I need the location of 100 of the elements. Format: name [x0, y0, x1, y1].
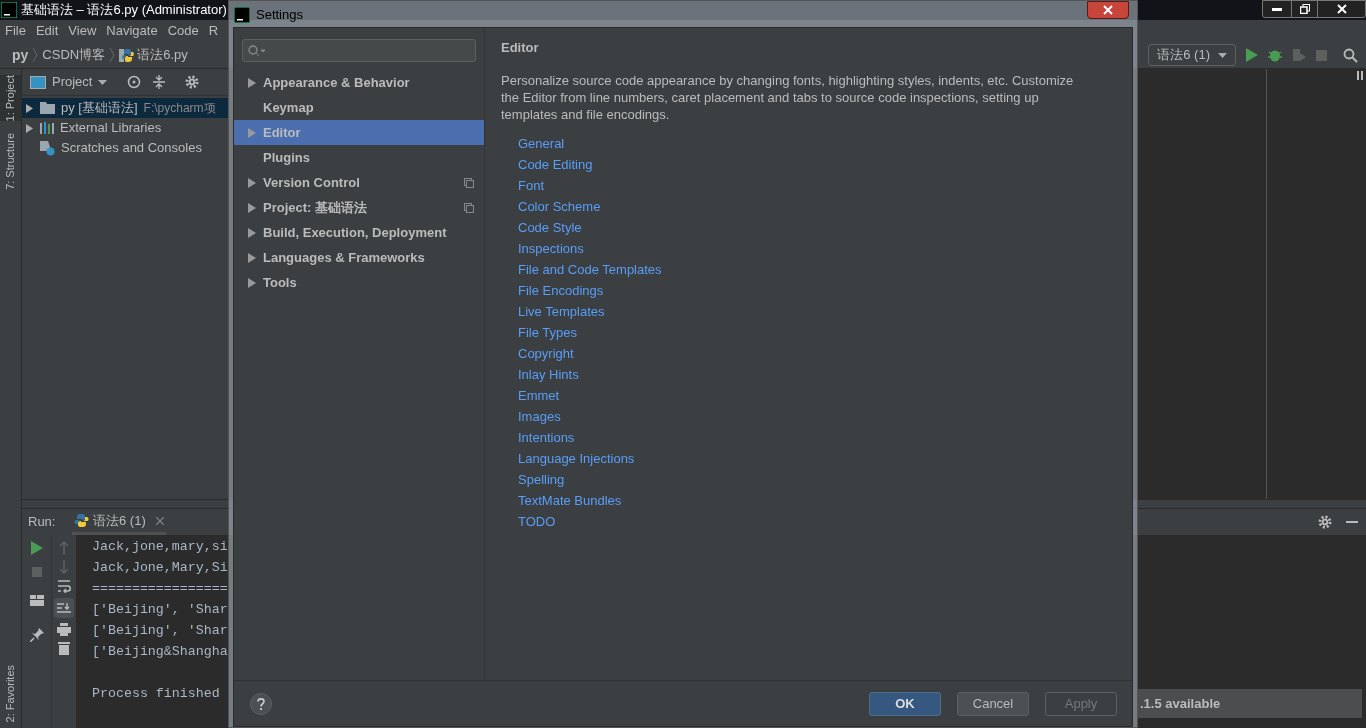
run-icon[interactable] [30, 541, 43, 555]
settings-link[interactable]: Spelling [518, 468, 565, 490]
locate-icon[interactable] [127, 75, 142, 89]
section-description: Personalize source code appearance by changing fonts, highlighting styles, indents, etc. Customize the Editor from line numbers, caret placement and tabs to source code inspections, setting up templates and file encodings. [501, 71, 1075, 123]
help-button[interactable] [250, 692, 272, 715]
console-line: ================= [92, 580, 228, 598]
restore-icon [1299, 4, 1310, 14]
settings-link[interactable]: Language Injections [518, 447, 635, 469]
console-line: ['Beijing', 'Shar [92, 622, 228, 640]
layout-icon[interactable] [29, 595, 44, 606]
collapsed-arrow-icon[interactable] [248, 202, 256, 213]
copy-icon [464, 202, 474, 213]
console-line: ['Beijing', 'Shar [92, 601, 228, 619]
settings-link[interactable]: General [518, 132, 565, 154]
settings-icon[interactable] [185, 75, 200, 89]
scroll-to-end-button[interactable] [54, 598, 74, 618]
search-icon[interactable] [1343, 47, 1358, 63]
run-icon[interactable] [1246, 48, 1258, 62]
collapsed-arrow-icon[interactable] [248, 177, 256, 188]
settings-nav-item[interactable]: Version Control [234, 170, 484, 195]
settings-link[interactable]: TODO [518, 510, 556, 532]
menu-item[interactable]: Edit [35, 21, 59, 41]
trash-icon[interactable] [58, 641, 70, 655]
console-line: ['Beijing&Shangha [92, 643, 228, 661]
pin-icon[interactable] [29, 628, 44, 642]
settings-nav-item[interactable]: Project: 基础语法 [234, 195, 484, 220]
chevron-icon [109, 48, 116, 62]
project-view-dropdown[interactable]: Project [52, 72, 108, 92]
settings-icon[interactable] [1318, 515, 1332, 529]
settings-link[interactable]: Color Scheme [518, 195, 601, 217]
tree-item[interactable]: Scratches and Consoles [22, 138, 228, 158]
settings-nav-item[interactable]: Appearance & Behavior [234, 70, 484, 95]
collapse-icon[interactable] [153, 75, 166, 89]
python-file-icon [119, 47, 135, 63]
run-config-dropdown[interactable]: 语法6 (1) [1148, 44, 1236, 66]
debug-icon[interactable] [1268, 48, 1282, 62]
side-tab[interactable]: 2: Favorites [0, 664, 21, 722]
run-label: Run: [27, 513, 57, 532]
notification-balloon[interactable]: .1.5 available [1138, 689, 1362, 718]
search-icon [248, 44, 265, 57]
close-icon[interactable] [155, 516, 164, 525]
collapsed-arrow-icon[interactable] [248, 227, 256, 238]
settings-link[interactable]: TextMate Bundles [518, 489, 622, 511]
settings-link[interactable]: Copyright [518, 342, 574, 364]
menu-item[interactable]: View [68, 21, 97, 41]
search-field[interactable] [242, 39, 476, 62]
caret-icon [98, 79, 108, 85]
collapsed-arrow-icon[interactable] [248, 277, 256, 288]
dialog-title: Settings [256, 6, 303, 24]
print-icon[interactable] [57, 623, 71, 636]
close-button[interactable] [1087, 1, 1129, 19]
settings-nav-item[interactable]: Plugins [234, 145, 484, 170]
scratch-icon [40, 140, 55, 156]
settings-link[interactable]: File Encodings [518, 279, 604, 301]
cancel-button[interactable]: Cancel [957, 691, 1029, 716]
breadcrumb[interactable]: CSDN博客 [42, 45, 106, 65]
settings-link[interactable]: Live Templates [518, 300, 605, 322]
app-icon [1, 2, 17, 18]
settings-link[interactable]: Inspections [518, 237, 584, 259]
settings-nav-item[interactable]: Keymap [234, 95, 484, 120]
collapsed-arrow-icon[interactable] [248, 77, 256, 88]
settings-link[interactable]: Code Style [518, 216, 582, 238]
settings-link[interactable]: File and Code Templates [518, 258, 662, 280]
console-line: Jack,Jone,Mary,Si [92, 559, 228, 577]
settings-nav-item[interactable]: Tools [234, 270, 484, 295]
collapsed-arrow-icon[interactable] [248, 252, 256, 263]
chevron-icon [32, 48, 39, 62]
side-tab[interactable]: 7: Structure [0, 133, 21, 191]
menu-item[interactable]: R [208, 21, 219, 41]
console-line: Process finished [92, 685, 220, 703]
menu-item[interactable]: Code [167, 21, 199, 41]
settings-nav-item[interactable]: Languages & Frameworks [234, 245, 484, 270]
settings-link[interactable]: Font [518, 174, 544, 196]
settings-link[interactable]: Inlay Hints [518, 363, 579, 385]
ok-button[interactable]: OK [869, 691, 941, 716]
menu-item[interactable]: Navigate [106, 21, 158, 41]
settings-link[interactable]: File Types [518, 321, 577, 343]
settings-nav-item[interactable]: Build, Execution, Deployment [234, 220, 484, 245]
section-heading: Editor [501, 39, 540, 57]
breadcrumb[interactable]: 语法6.py [137, 45, 188, 65]
caret-icon [1218, 52, 1227, 58]
breadcrumb[interactable]: py [12, 44, 29, 66]
pause-icon [1357, 71, 1363, 80]
scroll-to-end-icon [57, 602, 71, 614]
folder-icon [40, 102, 55, 114]
minimize-icon [1272, 7, 1282, 11]
settings-link[interactable]: Images [518, 405, 561, 427]
tree-item[interactable]: External Libraries [22, 118, 228, 138]
settings-link[interactable]: Code Editing [518, 153, 593, 175]
window-title: 基础语法 – 语法6.py (Administrator) [21, 1, 227, 20]
library-icon [40, 122, 54, 134]
settings-link[interactable]: Emmet [518, 384, 560, 406]
soft-wrap-icon[interactable] [57, 579, 71, 593]
copy-icon [464, 177, 474, 188]
python-icon [74, 513, 89, 528]
settings-link[interactable]: Intentions [518, 426, 575, 448]
menu-item[interactable]: File [5, 21, 26, 41]
tree-item[interactable]: py [基础语法] F:\pycharm项 [22, 98, 228, 118]
side-tab[interactable]: 1: Project [0, 75, 21, 122]
close-icon [1336, 4, 1347, 14]
